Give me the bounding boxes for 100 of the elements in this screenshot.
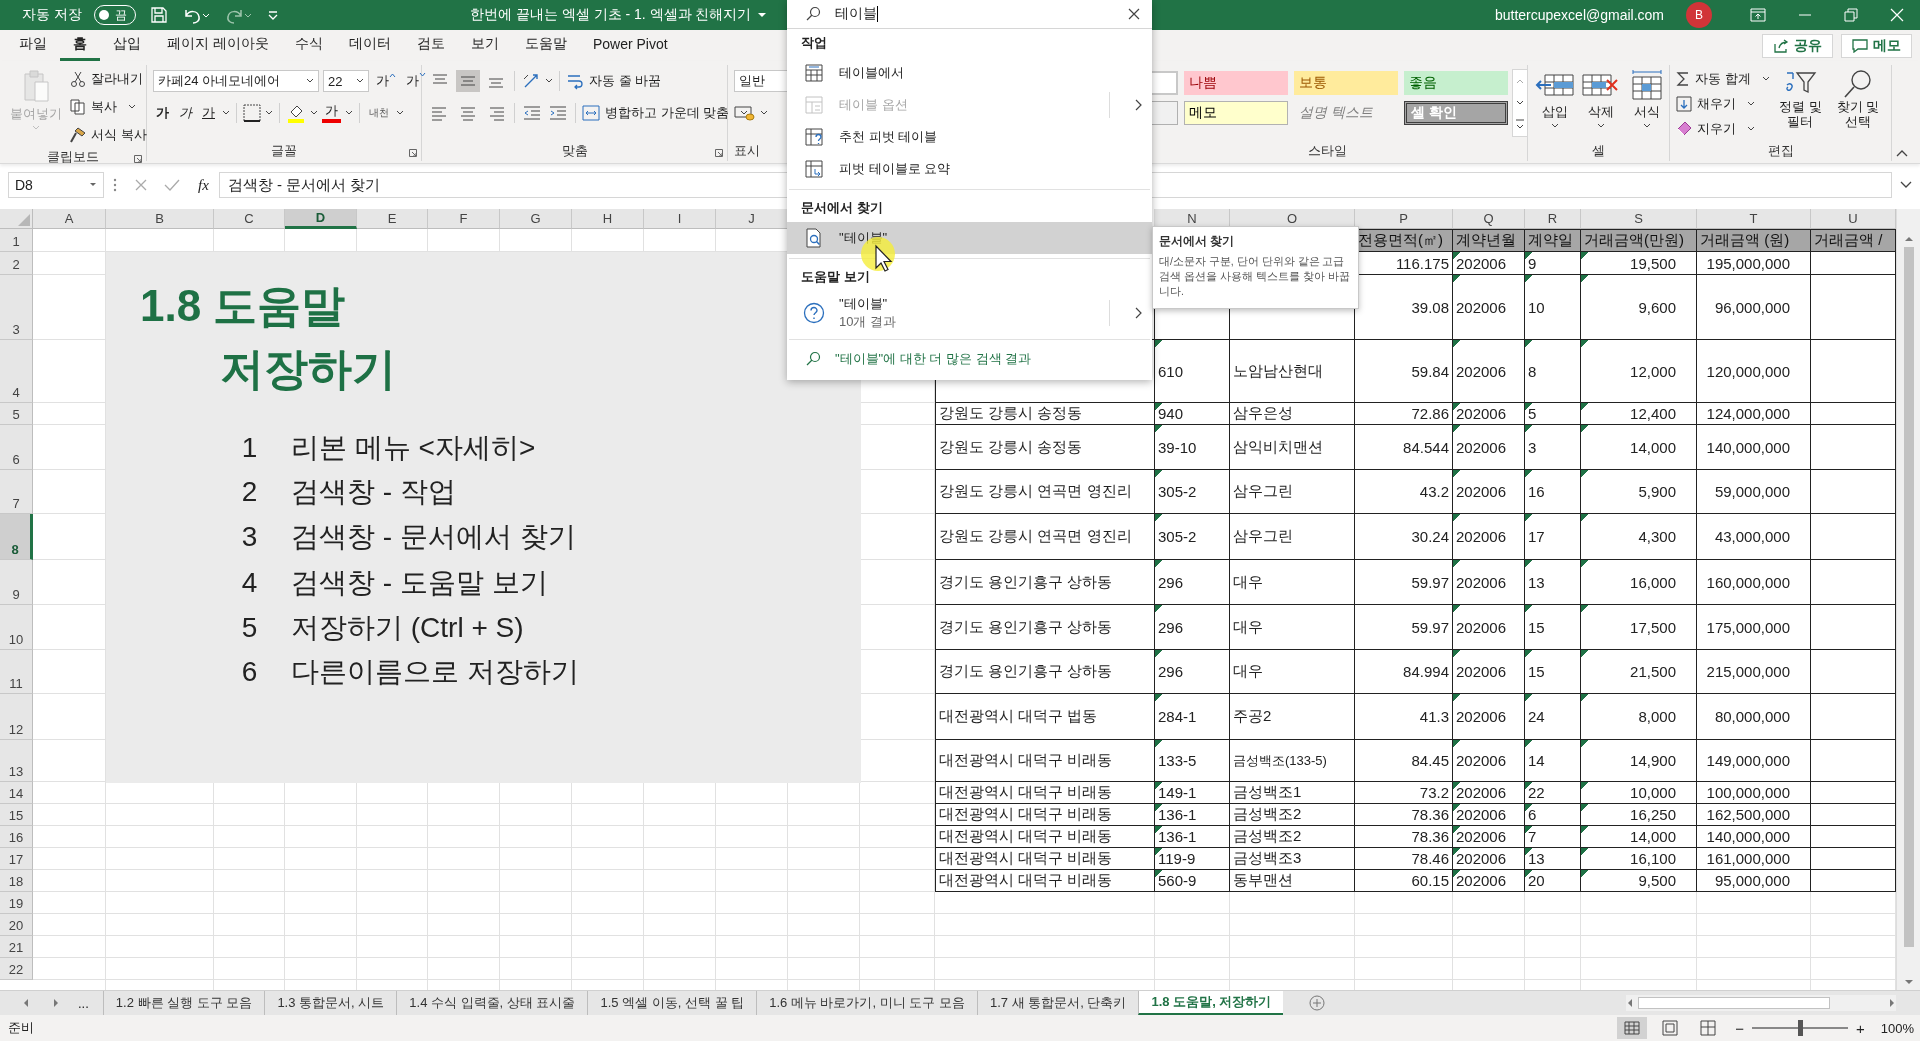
merge-center-button[interactable]: 병합하고 가운데 맞춤 [582, 101, 749, 125]
more-results-link[interactable]: "테이블"에 대한 더 많은 검색 결과 [787, 344, 1152, 374]
name-box[interactable]: D8 [8, 172, 104, 198]
fill-down-icon[interactable] [1676, 96, 1692, 112]
format-painter-button[interactable]: 서식 복사 [70, 123, 147, 147]
ribbon-tab[interactable]: 페이지 레이아웃 [154, 30, 282, 61]
row-header[interactable]: 1 [0, 229, 33, 252]
row-header[interactable]: 19 [0, 892, 33, 914]
ribbon-tab[interactable]: 도움말 [511, 30, 580, 61]
scroll-left-icon[interactable] [1626, 998, 1634, 1008]
caret-icon[interactable] [1747, 101, 1755, 107]
normal-view-icon[interactable] [1617, 1017, 1648, 1039]
copy-button[interactable]: 복사 [70, 95, 147, 119]
search-result-item[interactable]: "테이블" [787, 222, 1152, 254]
wrap-text-button[interactable]: 자동 줄 바꿈 [566, 69, 662, 93]
column-header[interactable]: U [1811, 209, 1896, 229]
font-color-button[interactable]: 가 [322, 103, 341, 123]
row-header[interactable]: 13 [0, 740, 33, 782]
caret-icon[interactable] [89, 182, 97, 188]
row-header[interactable]: 2 [0, 252, 33, 275]
copy-icon[interactable] [70, 99, 86, 115]
insert-cells-button[interactable]: 삽입 [1534, 67, 1576, 131]
autosum-button[interactable]: 자동 합계 [1676, 67, 1770, 91]
format-cells-button[interactable]: 서식 [1626, 67, 1668, 131]
column-header[interactable]: N [1155, 209, 1230, 229]
row-header[interactable]: 16 [0, 826, 33, 848]
close-icon[interactable] [1128, 8, 1140, 20]
column-header[interactable]: C [214, 209, 285, 229]
zoom-level[interactable]: 100% [1880, 1020, 1914, 1036]
vertical-scrollbar[interactable] [1896, 209, 1920, 990]
caret-icon[interactable] [306, 78, 314, 84]
caret-icon[interactable] [1597, 123, 1605, 129]
cell-style[interactable]: 메모 [1184, 101, 1288, 125]
search-result-item[interactable]: 추천 피벗 테이블 [787, 121, 1152, 153]
caret-icon[interactable] [757, 11, 768, 19]
column-header[interactable]: R [1525, 209, 1581, 229]
eraser-icon[interactable] [1676, 121, 1692, 137]
save-icon[interactable] [149, 6, 168, 24]
sigma-icon[interactable] [1676, 71, 1690, 87]
ribbon-tab[interactable]: 파일 [6, 30, 60, 61]
horizontal-scrollbar[interactable] [1626, 995, 1896, 1011]
more-sheets-button[interactable]: ... [78, 995, 89, 1011]
column-header[interactable]: T [1697, 209, 1811, 229]
expand-icon[interactable] [1900, 181, 1912, 189]
caret-icon[interactable] [356, 78, 364, 84]
column-header[interactable]: G [500, 209, 572, 229]
caret-icon[interactable] [760, 110, 768, 116]
search-result-item[interactable]: "테이블" 10개 결과 [787, 291, 1152, 335]
paintbrush-icon[interactable] [70, 127, 86, 143]
comment-icon[interactable] [1852, 38, 1868, 53]
column-header[interactable]: Q [1453, 209, 1525, 229]
row-header[interactable]: 9 [0, 560, 33, 605]
account-avatar[interactable]: B [1686, 2, 1712, 28]
ribbon-display-icon[interactable] [1750, 8, 1766, 22]
chevron-right-icon[interactable] [1134, 307, 1142, 319]
ribbon-tab[interactable]: 데이터 [335, 30, 404, 61]
caret-icon[interactable] [345, 110, 353, 116]
row-header[interactable]: 18 [0, 870, 33, 892]
sort-filter-button[interactable]: 정렬 및 필터 [1773, 67, 1828, 131]
row-header[interactable]: 5 [0, 403, 33, 425]
zoom-out-button[interactable]: − [1735, 1019, 1744, 1037]
zoom-in-button[interactable]: + [1856, 1019, 1865, 1037]
dialog-launcher-icon[interactable] [715, 149, 723, 157]
cell-style[interactable]: 보통 [1294, 71, 1398, 95]
column-header[interactable]: I [644, 209, 716, 229]
caret-icon[interactable] [1761, 76, 1770, 82]
dialog-launcher-icon[interactable] [409, 149, 417, 157]
merge-cells-icon[interactable] [582, 105, 600, 121]
previous-sheet-icon[interactable] [22, 998, 30, 1008]
row-header[interactable]: 20 [0, 914, 33, 936]
fill-color-icon[interactable] [286, 103, 306, 123]
font-size-field[interactable]: 22 [323, 70, 369, 92]
share-button[interactable]: 공유 [1762, 33, 1833, 58]
row-header[interactable]: 14 [0, 782, 33, 804]
zoom-slider[interactable] [1798, 1020, 1803, 1036]
caret-icon[interactable] [128, 104, 136, 110]
caret-icon[interactable] [265, 110, 273, 116]
row-header[interactable]: 11 [0, 650, 33, 694]
scroll-right-icon[interactable] [1888, 998, 1896, 1008]
caret-icon[interactable] [1551, 123, 1559, 129]
scissors-icon[interactable] [70, 71, 86, 87]
row-header[interactable]: 6 [0, 425, 33, 470]
clear-button[interactable]: 지우기 [1676, 117, 1770, 141]
column-header[interactable]: E [357, 209, 428, 229]
ribbon-tab[interactable]: 수식 [281, 30, 336, 61]
caret-icon[interactable] [1643, 123, 1651, 129]
fill-button[interactable]: 채우기 [1676, 92, 1770, 116]
cut-button[interactable]: 잘라내기 [70, 67, 147, 91]
row-header[interactable]: 4 [0, 340, 33, 403]
add-sheet-icon[interactable] [1309, 995, 1326, 1011]
column-header[interactable]: F [428, 209, 500, 229]
sheet-tab[interactable]: 1.8 도움말, 저장하기 [1138, 991, 1284, 1015]
decrease-font-button[interactable]: 가 [403, 72, 429, 90]
ribbon-tab[interactable]: 보기 [457, 30, 512, 61]
caret-icon[interactable] [222, 110, 230, 116]
currency-icon[interactable] [734, 104, 756, 122]
restore-icon[interactable] [1844, 8, 1858, 22]
row-header[interactable]: 10 [0, 605, 33, 650]
insert-function-button[interactable]: fx [198, 176, 209, 194]
borders-icon[interactable] [243, 104, 261, 122]
